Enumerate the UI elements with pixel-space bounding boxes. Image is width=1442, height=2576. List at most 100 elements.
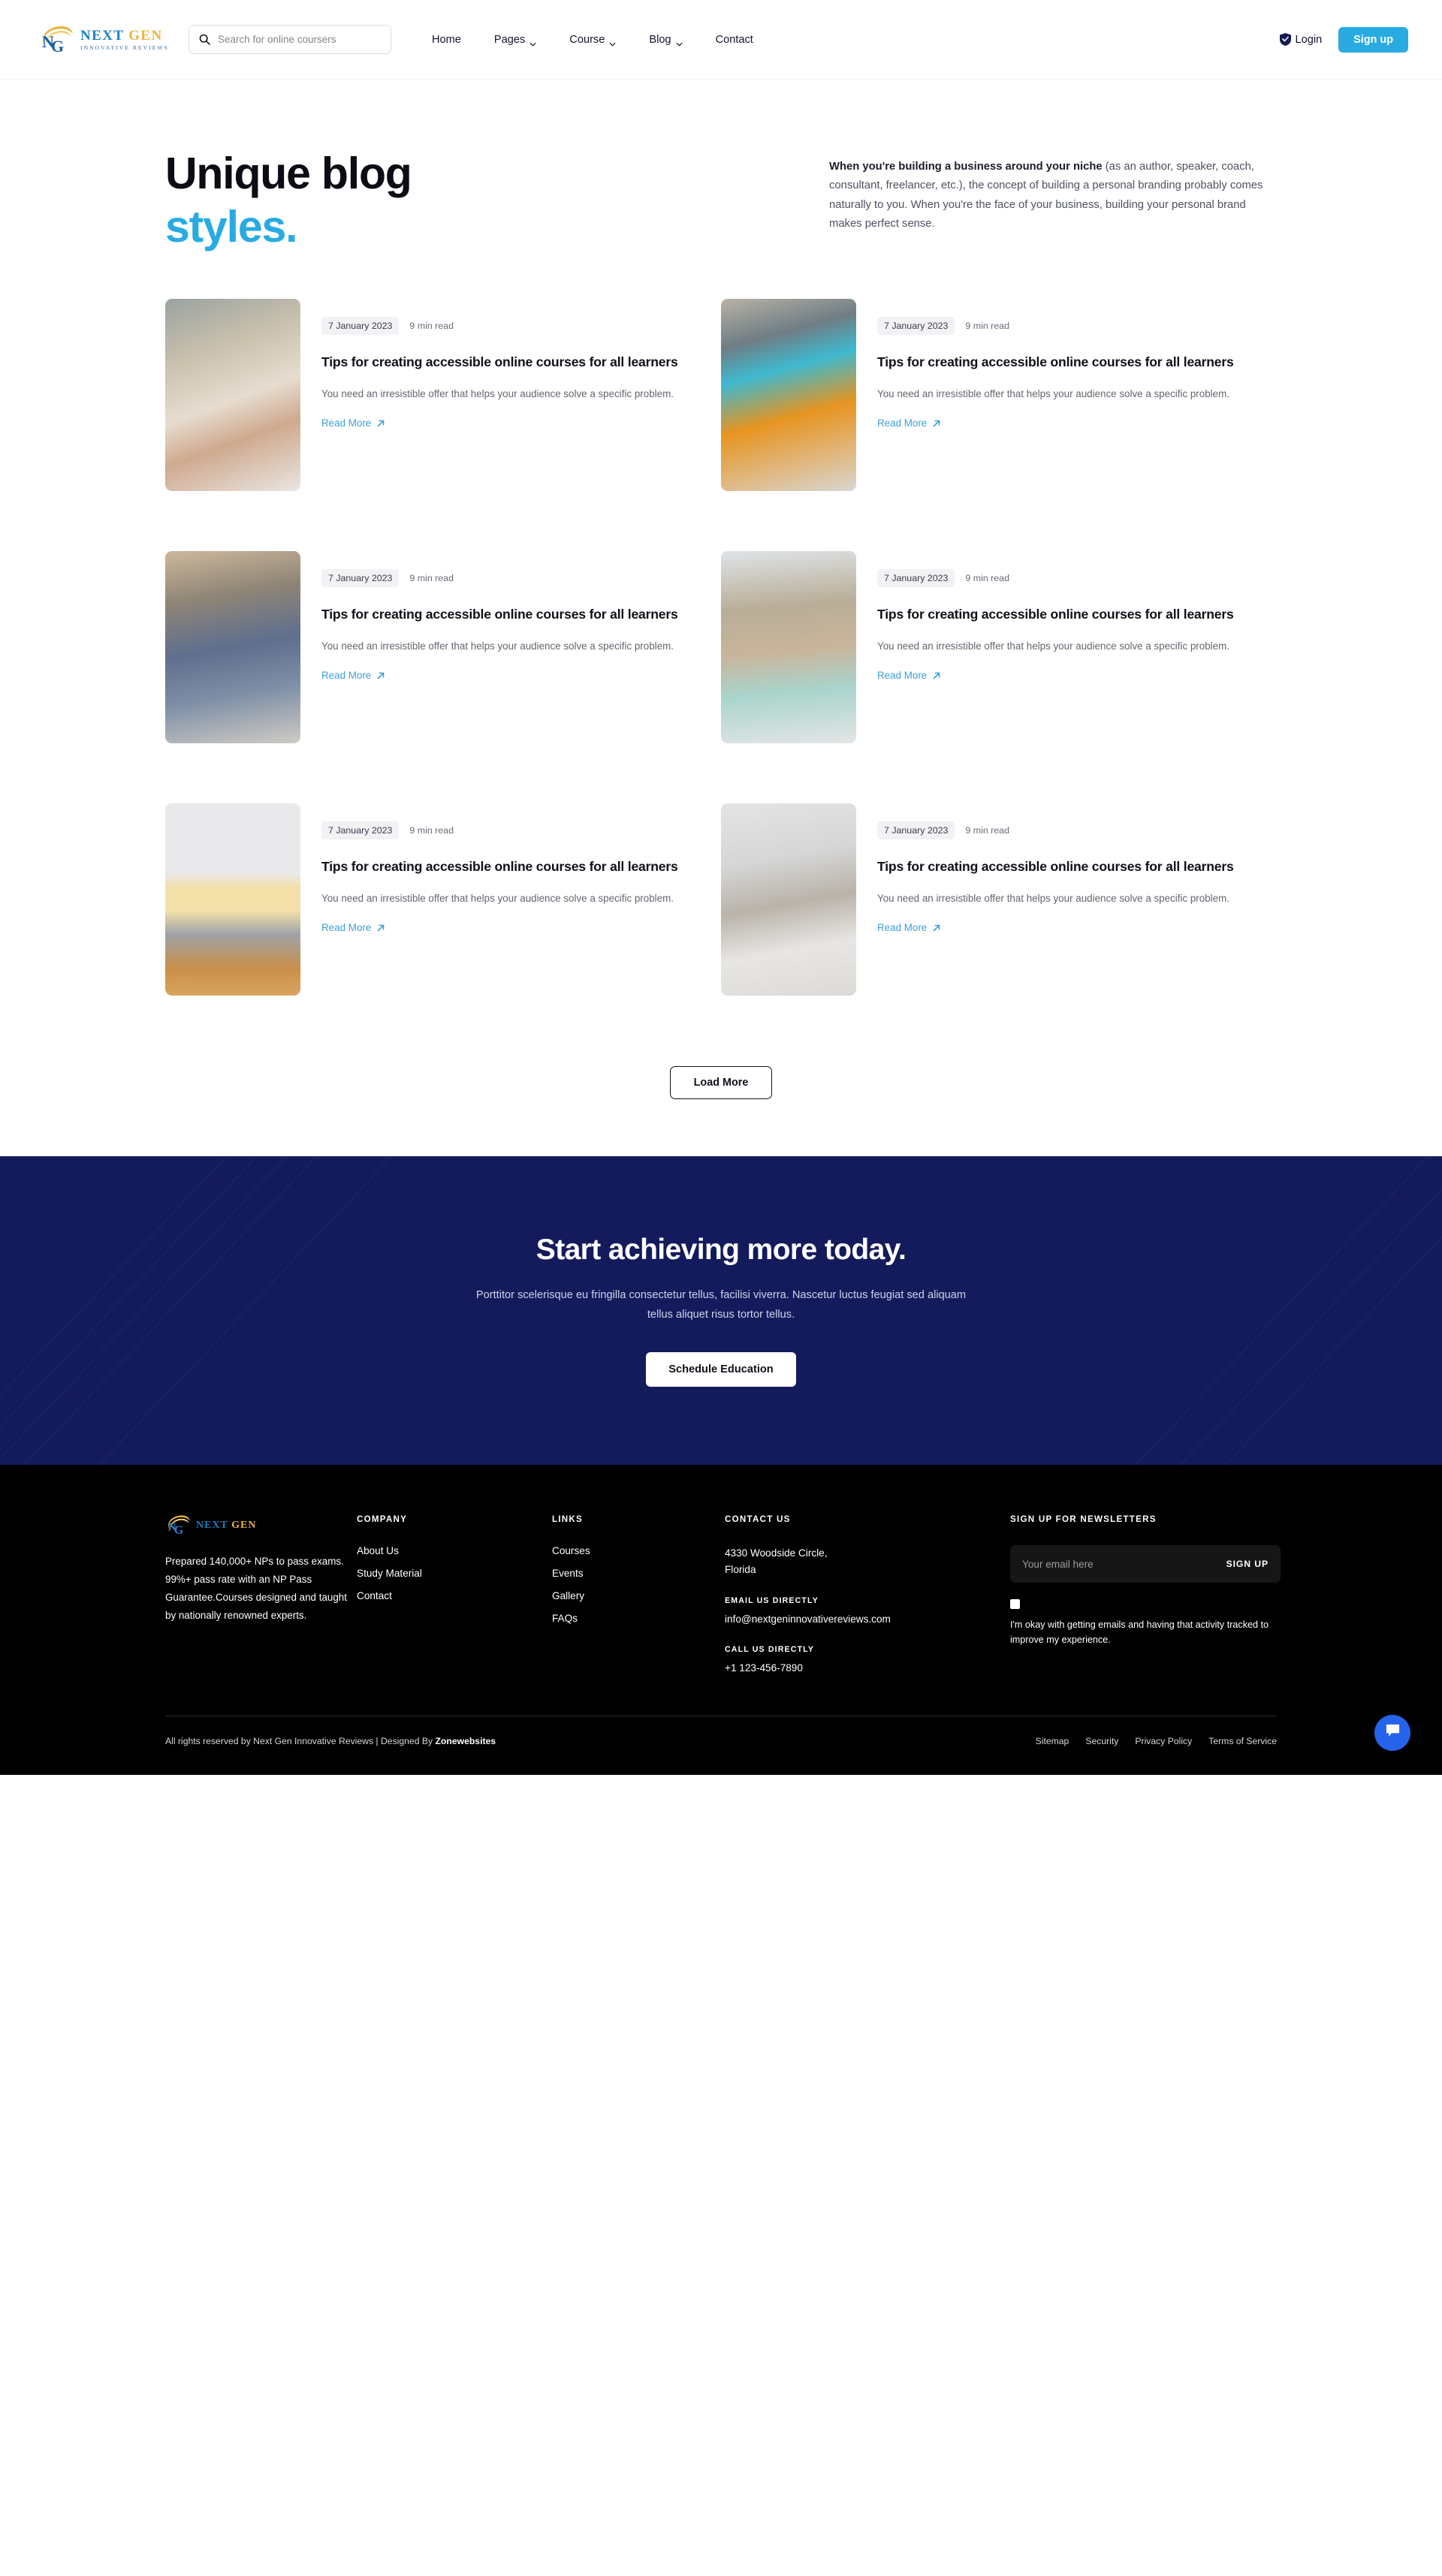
blog-card-body: 7 January 2023 9 min read Tips for creatin…	[321, 803, 691, 996]
arrow-up-right-icon	[376, 419, 385, 428]
newsletter-consent-text: I'm okay with getting emails and having …	[1010, 1619, 1269, 1646]
blog-card-title: Tips for creating accessible online cour…	[321, 607, 678, 622]
blog-card-thumbnail[interactable]	[721, 551, 856, 743]
blog-card-thumbnail[interactable]	[165, 803, 300, 996]
blog-row: 7 January 2023 9 min read Tips for creatin…	[165, 803, 1277, 996]
search-box[interactable]	[188, 25, 391, 54]
hero-title-line2: styles.	[165, 202, 297, 252]
blog-card-excerpt: You need an irresistible offer that help…	[321, 388, 674, 400]
blog-card[interactable]: 7 January 2023 9 min read Tips for creatin…	[165, 551, 721, 743]
blog-card-date: 7 January 2023	[877, 821, 955, 839]
blog-card-excerpt: You need an irresistible offer that help…	[321, 893, 674, 905]
footer-email-value[interactable]: info@nextgeninnovativereviews.com	[725, 1611, 1010, 1628]
arrow-up-right-icon	[932, 419, 941, 428]
blog-card-title: Tips for creating accessible online cour…	[877, 607, 1234, 622]
nav-item-course[interactable]: Course	[569, 34, 616, 47]
footer-bottom-bar: All rights reserved by Next Gen Innovati…	[165, 1716, 1277, 1775]
chat-widget-button[interactable]	[1374, 1715, 1410, 1752]
read-more-label: Read More	[877, 417, 928, 429]
nav-item-contact[interactable]: Contact	[716, 34, 753, 46]
nav-label: Pages	[493, 33, 526, 46]
blog-card-meta: 7 January 2023 9 min read	[877, 821, 1247, 839]
copyright-prefix: All rights reserved by Next Gen Innovati…	[165, 1736, 436, 1747]
read-more-link[interactable]: Read More	[877, 922, 941, 933]
blog-card-read-time: 9 min read	[409, 321, 454, 331]
nav-item-home[interactable]: Home	[432, 34, 461, 46]
load-more-button[interactable]: Load More	[669, 1066, 773, 1099]
blog-card[interactable]: 7 January 2023 9 min read Tips for creatin…	[721, 803, 1277, 996]
blog-card-body: 7 January 2023 9 min read Tips for creatin…	[321, 299, 691, 491]
legal-link-privacy-policy[interactable]: Privacy Policy	[1135, 1736, 1192, 1746]
footer-link-contact[interactable]: Contact	[357, 1590, 552, 1601]
read-more-link[interactable]: Read More	[877, 417, 941, 429]
newsletter-heading: SIGN UP FOR NEWSLETTERS	[1010, 1514, 1157, 1525]
read-more-link[interactable]: Read More	[321, 922, 385, 933]
svg-text:G: G	[174, 1524, 183, 1536]
read-more-label: Read More	[877, 922, 928, 934]
blog-card-meta: 7 January 2023 9 min read	[877, 317, 1247, 335]
footer-phone-value[interactable]: +1 123-456-7890	[725, 1660, 1010, 1677]
footer-link-study-material[interactable]: Study Material	[357, 1568, 552, 1579]
newsletter-signup-button[interactable]: SIGN UP	[1226, 1559, 1269, 1569]
blog-card[interactable]: 7 January 2023 9 min read Tips for creatin…	[721, 299, 1277, 491]
read-more-link[interactable]: Read More	[321, 417, 385, 429]
chevron-down-icon	[529, 38, 536, 47]
footer-brand-column: N G NEXT GEN Prepared 140,000+ NPs to pa…	[165, 1514, 357, 1624]
blog-card-thumbnail[interactable]	[165, 299, 300, 491]
blog-card-date: 7 January 2023	[877, 317, 955, 335]
site-logo[interactable]: N G NEXT GEN INNOVATIVE REVIEWS	[39, 25, 169, 56]
logo-tagline: INNOVATIVE REVIEWS	[80, 44, 169, 51]
schedule-education-button[interactable]: Schedule Education	[646, 1352, 796, 1387]
blog-card-thumbnail[interactable]	[721, 299, 856, 491]
footer-link-events[interactable]: Events	[552, 1568, 725, 1579]
blog-card-thumbnail[interactable]	[721, 803, 856, 996]
logo-name-part2: GEN	[128, 27, 163, 44]
signup-button[interactable]: Sign up	[1338, 26, 1408, 53]
logo-monogram-icon: N G	[165, 1514, 191, 1537]
blog-grid-section: 7 January 2023 9 min read Tips for creatin…	[0, 249, 1442, 1156]
legal-link-sitemap[interactable]: Sitemap	[1036, 1736, 1069, 1746]
blog-card[interactable]: 7 January 2023 9 min read Tips for creatin…	[721, 551, 1277, 743]
blog-card-body: 7 January 2023 9 min read Tips for creatin…	[877, 299, 1247, 491]
nav-item-pages[interactable]: Pages	[493, 33, 536, 47]
footer-logo[interactable]: N G NEXT GEN	[165, 1514, 357, 1537]
search-input[interactable]	[217, 34, 381, 45]
logo-name-part1: NEXT	[80, 27, 125, 44]
read-more-link[interactable]: Read More	[321, 670, 385, 681]
cta-paragraph: Porttitor scelerisque eu fringilla conse…	[475, 1289, 967, 1321]
footer-link-about-us[interactable]: About Us	[357, 1545, 552, 1556]
search-icon	[199, 34, 210, 45]
footer-link-gallery[interactable]: Gallery	[552, 1590, 725, 1601]
footer-logo-part2: GEN	[231, 1519, 257, 1531]
blog-card-read-time: 9 min read	[965, 825, 1009, 836]
blog-card-date: 7 January 2023	[321, 317, 400, 335]
arrow-up-right-icon	[932, 923, 941, 932]
footer-email-label: EMAIL US DIRECTLY	[725, 1595, 819, 1605]
footer-links-column: LINKS Courses Events Gallery FAQs	[552, 1514, 725, 1635]
legal-link-security[interactable]: Security	[1085, 1736, 1118, 1746]
arrow-up-right-icon	[376, 671, 385, 680]
arrow-up-right-icon	[932, 671, 941, 680]
load-more-row: Load More	[39, 1056, 1403, 1156]
read-more-link[interactable]: Read More	[877, 670, 941, 681]
chat-bubble-icon	[1385, 1723, 1401, 1743]
legal-link-terms-of-service[interactable]: Terms of Service	[1208, 1736, 1277, 1746]
login-label: Login	[1295, 33, 1323, 46]
designer-link[interactable]: Zonewebsites	[435, 1736, 496, 1746]
blog-card[interactable]: 7 January 2023 9 min read Tips for creatin…	[165, 299, 721, 491]
footer-link-courses[interactable]: Courses	[552, 1545, 725, 1556]
blog-card-read-time: 9 min read	[965, 321, 1009, 331]
newsletter-email-input[interactable]	[1022, 1558, 1226, 1570]
newsletter-consent-checkbox[interactable]	[1010, 1599, 1020, 1610]
blog-card-meta: 7 January 2023 9 min read	[321, 569, 691, 587]
blog-card-title: Tips for creating accessible online cour…	[877, 354, 1234, 369]
footer-link-faqs[interactable]: FAQs	[552, 1613, 725, 1624]
newsletter-field[interactable]: SIGN UP	[1010, 1545, 1281, 1583]
blog-card-thumbnail[interactable]	[165, 551, 300, 743]
hero-paragraph-bold: When you're building a business around y…	[829, 161, 1103, 173]
nav-item-blog[interactable]: Blog	[649, 34, 683, 47]
login-button[interactable]: Login	[1279, 33, 1323, 46]
blog-card[interactable]: 7 January 2023 9 min read Tips for creatin…	[165, 803, 721, 996]
blog-card-excerpt: You need an irresistible offer that help…	[321, 640, 674, 652]
footer-contact-column: CONTACT US 4330 Woodside Circle, Florida…	[725, 1514, 1010, 1677]
